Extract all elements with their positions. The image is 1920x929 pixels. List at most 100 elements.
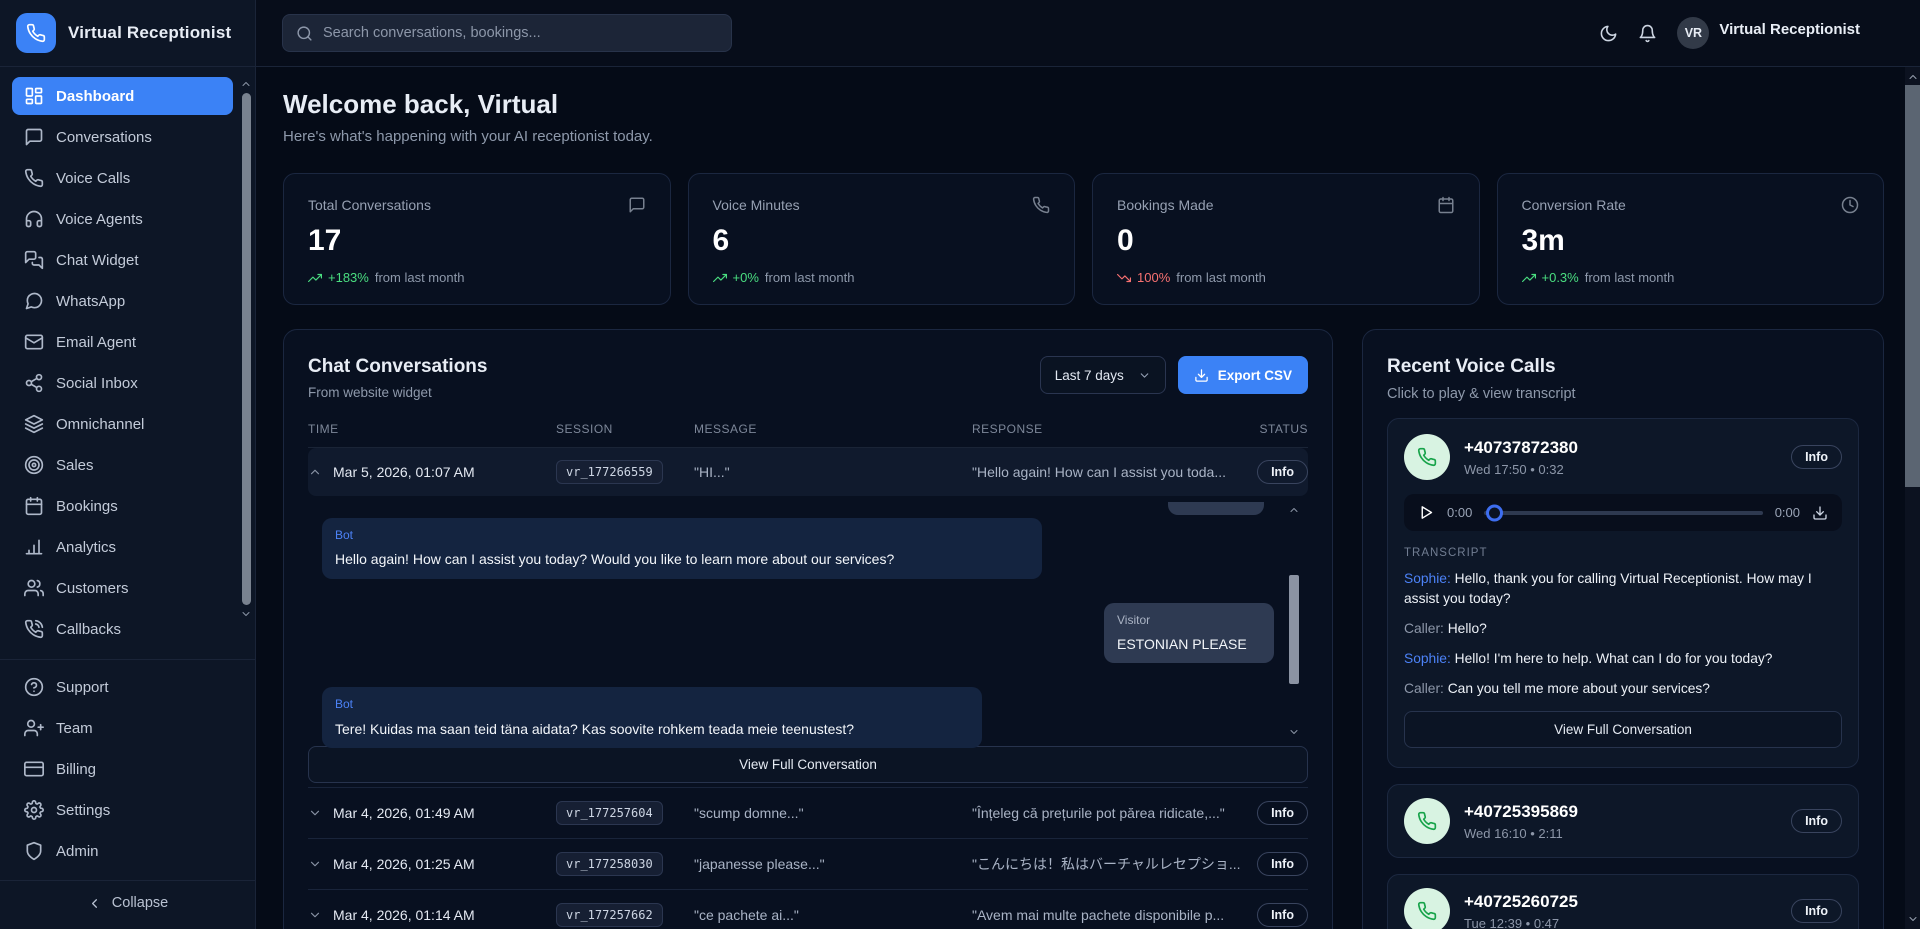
sidebar-item-email-agent[interactable]: Email Agent [12,323,233,361]
voice-call-card[interactable]: +40725260725 Tue 12:39 • 0:47 Info [1387,874,1859,929]
table-row[interactable]: Mar 4, 2026, 01:49 AM vr_177257604 "scum… [308,788,1308,838]
info-badge[interactable]: Info [1791,445,1842,469]
sidebar-item-support[interactable]: Support [12,668,233,706]
avatar[interactable]: VR [1677,17,1709,49]
users-icon [24,578,44,598]
sidebar-item-settings[interactable]: Settings [12,791,233,829]
user-name: Virtual Receptionist [1719,21,1860,38]
stat-value: 0 [1117,224,1455,258]
sidebar-item-analytics[interactable]: Analytics [12,528,233,566]
sidebar: Virtual Receptionist Dashboard Conversat… [0,0,256,929]
play-button[interactable] [1418,504,1435,521]
phone-icon [1032,196,1050,214]
sidebar-item-dashboard[interactable]: Dashboard [12,77,233,115]
info-badge[interactable]: Info [1257,903,1308,927]
sidebar-item-sales[interactable]: Sales [12,446,233,484]
stats-row: Total Conversations 17 +183%from last mo… [283,173,1884,305]
call-meta: Wed 16:10 • 2:11 [1464,826,1578,841]
sidebar-item-social-inbox[interactable]: Social Inbox [12,364,233,402]
sidebar-item-omnichannel[interactable]: Omnichannel [12,405,233,443]
chat-bubble-visitor: Visitor ESTONIAN PLEASE [1104,603,1274,664]
chevron-down-icon [1907,913,1919,925]
conversation-scrollbar[interactable] [1287,504,1300,738]
target-icon [24,455,44,475]
chevron-down-icon [1138,369,1151,382]
clock-icon [1841,196,1859,214]
transcript-line: Caller: Can you tell me more about your … [1404,679,1842,699]
search-box[interactable] [282,14,732,52]
sidebar-item-billing[interactable]: Billing [12,750,233,788]
theme-toggle-button[interactable] [1599,24,1618,43]
trending-up-icon [308,271,322,285]
seek-slider[interactable] [1484,511,1762,515]
headphones-icon [24,209,44,229]
chevron-down-icon[interactable] [308,908,322,922]
download-recording-button[interactable] [1812,505,1828,521]
info-badge[interactable]: Info [1791,899,1842,923]
page-subtitle: Here's what's happening with your AI rec… [283,128,1884,145]
notifications-button[interactable] [1638,24,1657,43]
view-full-conversation-button[interactable]: View Full Conversation [308,746,1308,783]
sidebar-item-team[interactable]: Team [12,709,233,747]
chat-conversations-section: Chat Conversations From website widget L… [283,329,1333,929]
sidebar-item-admin[interactable]: Admin [12,832,233,870]
sidebar-item-customers[interactable]: Customers [12,569,233,607]
info-badge[interactable]: Info [1791,809,1842,833]
call-meta: Tue 12:39 • 0:47 [1464,916,1578,929]
conversation-preview: Bot Hello again! How can I assist you to… [308,502,1308,740]
voice-call-card[interactable]: +40737872380 Wed 17:50 • 0:32 Info 0:00 … [1387,418,1859,768]
info-badge[interactable]: Info [1257,801,1308,825]
sidebar-scrollbar[interactable] [239,78,253,620]
sidebar-nav: Dashboard Conversations Voice Calls Voic… [0,67,255,657]
sidebar-item-voice-calls[interactable]: Voice Calls [12,159,233,197]
chevron-left-icon [87,896,102,911]
transcript-label: TRANSCRIPT [1404,547,1842,559]
recent-voice-calls-panel: Recent Voice Calls Click to play & view … [1362,329,1884,929]
message-square-icon [628,196,646,214]
chevron-down-icon[interactable] [308,857,322,871]
calendar-icon [1437,196,1455,214]
date-range-select[interactable]: Last 7 days [1040,356,1166,394]
app-logo: Virtual Receptionist [0,0,255,67]
seek-slider-thumb[interactable] [1486,504,1503,521]
sidebar-item-callbacks[interactable]: Callbacks [12,610,233,648]
bell-icon [1638,24,1657,43]
chevron-up-icon [1907,71,1919,83]
transcript-line: Caller: Hello? [1404,619,1842,639]
phone-icon [24,168,44,188]
page-scrollbar[interactable] [1905,67,1920,929]
voice-call-card[interactable]: +40725395869 Wed 16:10 • 2:11 Info [1387,784,1859,858]
sidebar-item-conversations[interactable]: Conversations [12,118,233,156]
sidebar-item-voice-agents[interactable]: Voice Agents [12,200,233,238]
sidebar-item-chat-widget[interactable]: Chat Widget [12,241,233,279]
app-title: Virtual Receptionist [68,23,231,43]
table-row-expanded[interactable]: Mar 5, 2026, 01:07 AM vr_177266559 "HI..… [308,448,1308,496]
download-icon [1812,505,1828,521]
panel-subtitle: Click to play & view transcript [1387,386,1859,402]
stat-card-bookings-made: Bookings Made 0 100%from last month [1092,173,1480,305]
search-input[interactable] [323,25,718,41]
chevron-up-icon[interactable] [308,465,322,479]
shield-icon [24,841,44,861]
info-badge[interactable]: Info [1257,852,1308,876]
chevron-down-icon[interactable] [308,806,322,820]
audio-player: 0:00 0:00 [1404,494,1842,531]
calendar-icon [24,496,44,516]
section-title: Chat Conversations [308,356,487,378]
table-row[interactable]: Mar 4, 2026, 01:25 AM vr_177258030 "japa… [308,839,1308,889]
collapse-sidebar-button[interactable]: Collapse [0,880,255,929]
dashboard-icon [24,86,44,106]
sidebar-item-bookings[interactable]: Bookings [12,487,233,525]
sidebar-item-whatsapp[interactable]: WhatsApp [12,282,233,320]
gear-icon [24,800,44,820]
conversation-scrollbar-thumb[interactable] [1289,575,1299,684]
table-header: TIME SESSION MESSAGE RESPONSE STATUS [308,422,1308,448]
export-csv-button[interactable]: Export CSV [1178,356,1308,394]
trending-up-icon [1522,271,1536,285]
top-bar: VR Virtual Receptionist [256,0,1920,67]
view-full-conversation-button[interactable]: View Full Conversation [1404,711,1842,748]
info-badge[interactable]: Info [1257,460,1308,484]
table-row[interactable]: Mar 4, 2026, 01:14 AM vr_177257662 "ce p… [308,890,1308,929]
sidebar-scrollbar-thumb[interactable] [242,93,251,605]
page-scrollbar-thumb[interactable] [1905,85,1920,487]
